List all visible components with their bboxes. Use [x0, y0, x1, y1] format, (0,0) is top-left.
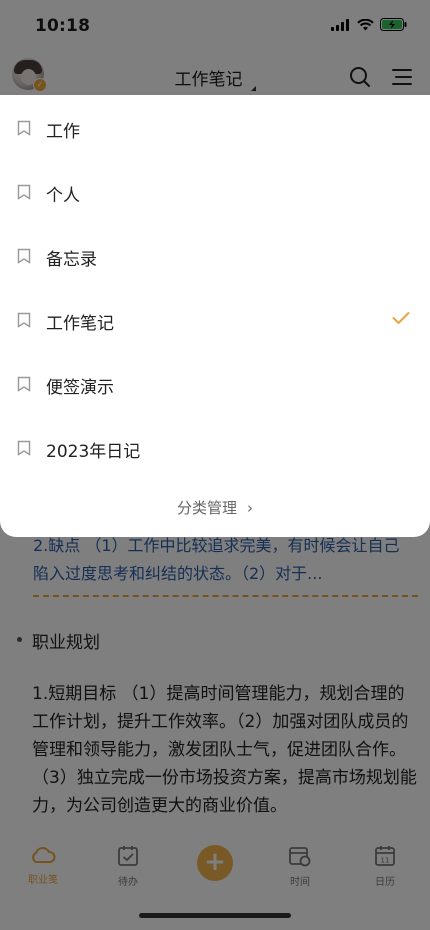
note-text-excerpt[interactable]: 2.缺点 （1）工作中比较追求完美，有时候会让自己陷入过度思考和纠结的状态。（2… [33, 532, 413, 588]
category-item-memo[interactable]: 备忘录 [0, 225, 430, 289]
battery-charging-icon [380, 18, 407, 31]
page-title: 工作笔记 [174, 70, 243, 90]
status-bar: 10:18 [0, 0, 430, 50]
plus-icon: + [204, 847, 226, 877]
category-label: 2023年日记 [46, 441, 141, 462]
bullet-icon [17, 637, 22, 642]
divider [33, 595, 418, 597]
tab-time[interactable]: 时间 [265, 845, 335, 888]
calendar-icon: 11 [375, 846, 395, 866]
bookmark-icon [17, 184, 31, 200]
chevron-right-icon: › [247, 499, 253, 517]
category-label: 便签演示 [46, 377, 114, 398]
category-item-work[interactable]: 工作 [0, 97, 430, 161]
menu-icon[interactable] [390, 65, 414, 89]
cloud-icon [32, 847, 56, 863]
tab-label: 时间 [290, 877, 310, 888]
category-label: 备忘录 [46, 249, 97, 270]
category-dropdown: 工作 个人 备忘录 工作笔记 便签演示 2023年日记 分类管理 › [0, 95, 430, 537]
home-indicator [139, 913, 291, 918]
checkbox-calendar-icon [118, 846, 138, 866]
search-icon[interactable] [348, 65, 372, 89]
bookmark-icon [17, 248, 31, 264]
clock-calendar-icon [289, 847, 311, 867]
caret-down-icon [250, 86, 256, 91]
tab-label: 日历 [375, 877, 395, 888]
category-label: 个人 [46, 185, 80, 206]
category-manage-button[interactable]: 分类管理 › [0, 497, 430, 518]
bookmark-icon [17, 376, 31, 392]
category-label: 工作笔记 [46, 313, 114, 334]
status-time: 10:18 [35, 16, 91, 36]
note-body[interactable]: 1.短期目标 （1）提高时间管理能力，规划合理的工作计划，提升工作效率。（2）加… [32, 680, 417, 820]
tab-notes[interactable]: 职业笺 [8, 845, 78, 886]
bookmark-icon [17, 312, 31, 328]
checkmark-icon [392, 312, 410, 324]
section-title[interactable]: 职业规划 [32, 628, 100, 653]
category-item-sticky-demo[interactable]: 便签演示 [0, 353, 430, 417]
status-icons [331, 18, 408, 31]
category-label: 工作 [46, 121, 80, 142]
category-manage-label: 分类管理 [176, 499, 237, 517]
category-item-personal[interactable]: 个人 [0, 161, 430, 225]
category-item-work-notes[interactable]: 工作笔记 [0, 289, 430, 353]
bookmark-icon [17, 440, 31, 456]
tab-todo[interactable]: 待办 [93, 845, 163, 888]
tab-label: 待办 [118, 877, 138, 888]
tab-label: 职业笺 [28, 875, 58, 886]
add-note-button[interactable]: + [197, 845, 233, 881]
category-item-diary-2023[interactable]: 2023年日记 [0, 417, 430, 481]
svg-text:11: 11 [381, 857, 390, 865]
bookmark-icon [17, 120, 31, 136]
cellular-signal-icon [331, 18, 349, 31]
tab-calendar[interactable]: 11 日历 [350, 845, 420, 888]
wifi-icon [357, 18, 374, 30]
